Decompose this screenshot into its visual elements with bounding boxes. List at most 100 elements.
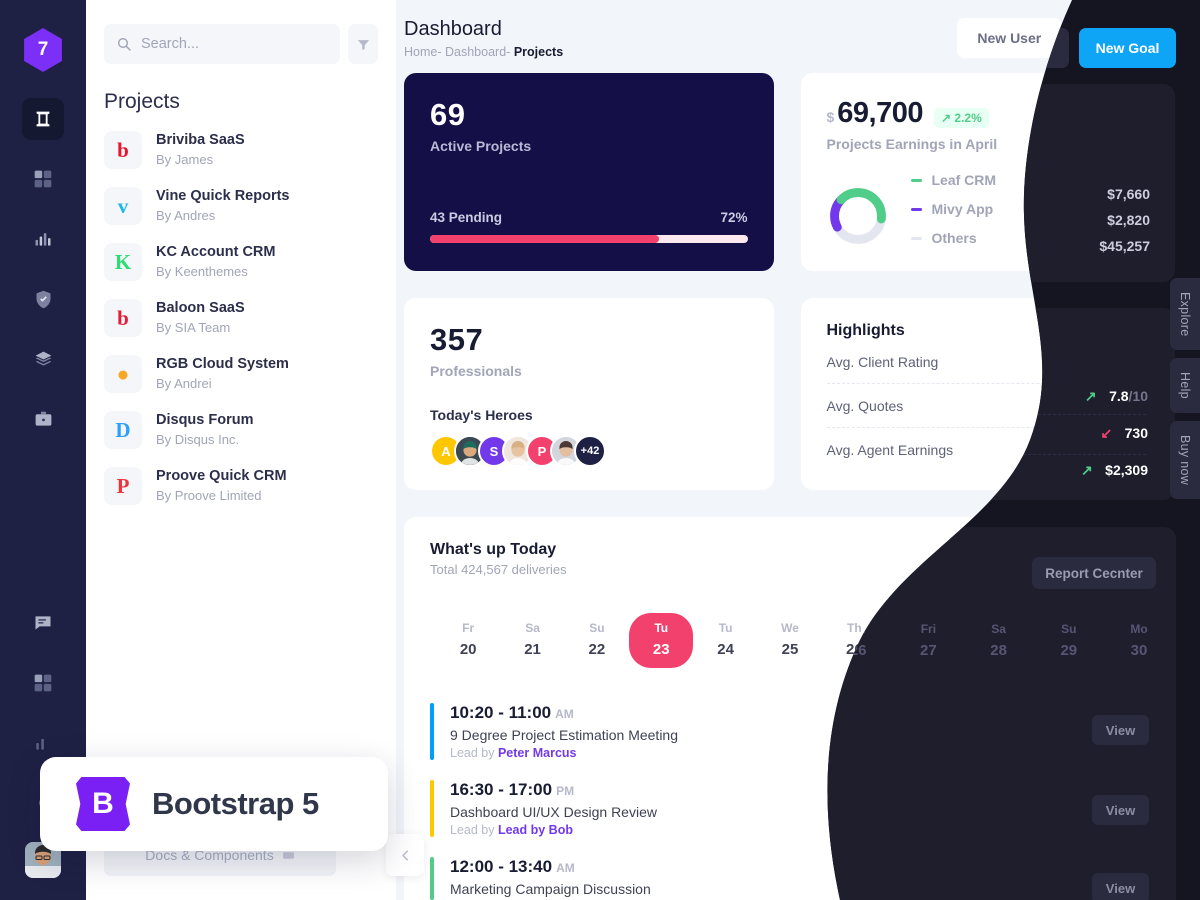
event-row: 10:20 - 11:00 AM 9 Degree Project Estimati…: [430, 694, 1150, 771]
event-view-button[interactable]: View: [1079, 709, 1150, 745]
event-view-button[interactable]: View: [1079, 786, 1150, 822]
app-logo-text: 7: [37, 39, 49, 60]
event-title: 9 Degree Project Estimation Meeting: [450, 727, 678, 743]
event-lead: Lead by Peter Marcus: [450, 746, 577, 760]
legend-value: $45,257: [1098, 230, 1149, 246]
filter-button[interactable]: [348, 24, 378, 64]
legend-swatch: [910, 207, 922, 211]
earnings-amount-row: $ 69,700 ↗ 2.2%: [827, 97, 1150, 130]
project-item[interactable]: K KC Account CRM By Keenthemes: [100, 234, 382, 290]
project-item[interactable]: D Disqus Forum By Disqus Inc.: [100, 402, 382, 458]
bootstrap-badge: B Bootstrap 5: [40, 757, 388, 851]
day-cell[interactable]: Fr 20: [436, 613, 500, 668]
event-lead-name[interactable]: Lead by Bob: [498, 823, 573, 837]
donut-chart: [829, 187, 886, 244]
event-ampm: PM: [556, 784, 575, 798]
project-name: Briviba SaaS: [156, 132, 245, 149]
day-cell[interactable]: Su 22: [565, 613, 629, 668]
day-name: Sa: [975, 621, 991, 635]
breadcrumb: Home- Dashboard- Projects: [404, 45, 957, 59]
project-author: By Andrei: [156, 376, 212, 391]
day-number: 25: [781, 641, 799, 658]
panel-title: Projects: [104, 90, 180, 113]
side-tab-explore[interactable]: Explore: [1170, 278, 1200, 351]
day-number: 28: [974, 641, 992, 658]
day-cell[interactable]: Tu 24: [693, 613, 757, 668]
project-name: Disqus Forum: [156, 412, 254, 429]
day-number: 24: [717, 641, 734, 658]
event-row: 16:30 - 17:00 PM Dashboard UI/UX Design Re…: [430, 771, 1150, 848]
earnings-delta-badge: ↗ 2.2%: [934, 108, 989, 128]
earnings-legend: Leaf CRM $7,660 Mivy App $2,820 Others $45,25…: [910, 172, 1149, 259]
professionals-card: 357 Professionals Today's Heroes A S P +42: [404, 298, 774, 490]
rail-item-layers[interactable]: [22, 338, 64, 380]
briefcase-icon: [35, 411, 51, 426]
highlight-trend-icon: ↗: [1089, 353, 1102, 369]
project-text: KC Account CRM By Keenthemes: [156, 243, 275, 280]
rail-item-analytics[interactable]: [22, 218, 64, 260]
rail-item-briefcase[interactable]: [22, 398, 64, 440]
project-item[interactable]: v Vine Quick Reports By Andres: [100, 178, 382, 234]
day-cell[interactable]: Sa 21: [500, 613, 564, 668]
bar-chart-icon: [35, 233, 51, 246]
new-user-button[interactable]: New User: [957, 18, 1062, 58]
progress-fill: [430, 235, 659, 243]
day-name: Su: [589, 621, 605, 635]
project-item[interactable]: P Proove Quick CRM By Proove Limited: [100, 458, 382, 514]
legend-value: $2,820: [1106, 201, 1149, 217]
breadcrumb-item-0[interactable]: Home-: [404, 45, 442, 59]
collapse-panel-button[interactable]: [386, 834, 424, 876]
project-item[interactable]: b Briviba SaaS By James: [100, 122, 382, 178]
highlight-label: Avg. Agent Earnings: [826, 441, 954, 458]
main-content: Dashboard Home- Dashboard- Projects New …: [396, 0, 1200, 900]
day-cell-selected[interactable]: Tu 23: [629, 613, 694, 668]
highlights-card: Highlights Avg. Client Rating ↗ 7.8/10 Avg.…: [800, 298, 1175, 490]
search-input[interactable]: [141, 36, 328, 52]
day-cell[interactable]: Mo 30: [1080, 613, 1144, 668]
day-number: 29: [1039, 641, 1056, 658]
day-name: Sa: [525, 621, 540, 635]
project-text: Briviba SaaS By James: [156, 131, 245, 168]
highlight-trend-icon: ↗: [1085, 441, 1098, 457]
rail-item-grid-2[interactable]: [22, 662, 64, 704]
event-body: 10:20 - 11:00 AM 9 Degree Project Estimati…: [450, 703, 1079, 760]
layers-icon: [35, 351, 51, 366]
pending-label: 43 Pending: [430, 210, 503, 225]
shield-check-icon: [36, 290, 50, 308]
new-goal-button[interactable]: New Goal: [1071, 18, 1175, 58]
project-author: By SIA Team: [156, 320, 231, 335]
whats-up-card: What's up Today Total 424,567 deliveries…: [404, 517, 1176, 900]
event-lead-name[interactable]: Peter Marcus: [498, 746, 577, 760]
rail-item-box-3d[interactable]: [22, 98, 64, 140]
event-view-button[interactable]: View: [1079, 863, 1150, 899]
report-center-button[interactable]: Report Cecnter: [1020, 543, 1150, 579]
rail-item-security[interactable]: [22, 278, 64, 320]
hero-avatar-initial[interactable]: +42: [574, 435, 606, 467]
project-name: KC Account CRM: [156, 244, 276, 261]
event-color-bar: [430, 703, 434, 760]
highlight-trend-icon: ↙: [1104, 397, 1117, 413]
day-cell[interactable]: Th 26: [822, 613, 886, 668]
day-cell[interactable]: Su 29: [1015, 613, 1079, 668]
active-projects-label: Active Projects: [430, 138, 532, 154]
box-3d-icon: [36, 111, 50, 127]
project-name: Proove Quick CRM: [156, 468, 287, 485]
day-cell[interactable]: We 25: [758, 613, 822, 668]
day-number: 22: [588, 641, 606, 658]
breadcrumb-area: Dashboard Home- Dashboard- Projects: [404, 18, 957, 59]
app-logo[interactable]: 7: [24, 28, 62, 72]
project-item[interactable]: ● RGB Cloud System By Andrei: [100, 346, 382, 402]
project-author: By Disqus Inc.: [156, 432, 240, 447]
side-tab-buy-now[interactable]: Buy now: [1170, 421, 1200, 500]
heroes-label: Today's Heroes: [430, 407, 533, 423]
day-cell[interactable]: Sa 28: [951, 613, 1015, 668]
project-icon: b: [104, 131, 142, 169]
rail-item-grid[interactable]: [22, 158, 64, 200]
rail-item-chat[interactable]: [22, 602, 64, 644]
breadcrumb-item-1[interactable]: Dashboard-: [445, 45, 510, 59]
side-tab-help[interactable]: Help: [1170, 358, 1200, 414]
search-box[interactable]: [104, 24, 340, 64]
project-item[interactable]: b Baloon SaaS By SIA Team: [100, 290, 382, 346]
day-cell[interactable]: Fri 27: [887, 613, 951, 668]
project-icon: K: [104, 243, 142, 281]
